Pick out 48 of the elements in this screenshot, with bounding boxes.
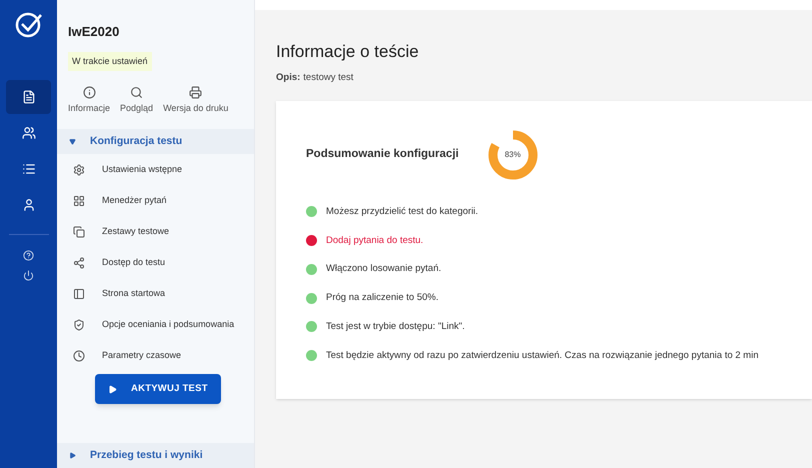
copy-icon [73, 226, 85, 238]
page-title: Informacje o teście [276, 41, 420, 63]
status-text: Możesz przydzielić test do kategorii. [326, 204, 478, 219]
test-title: IwE2020 [68, 23, 120, 41]
share-icon [73, 256, 85, 268]
description-text: testowy test [303, 70, 354, 84]
toolbar-button[interactable]: Informacje [68, 86, 110, 115]
section-header[interactable]: Przebieg testu i wyniki [57, 443, 254, 468]
menu-item[interactable]: Zestawy testowe [57, 216, 254, 247]
status-text: Test będzie aktywny od razu po zatwierdzeniu ustawień. Czas na rozwiązanie jednego pytania to 2 min [326, 348, 758, 362]
nav-item[interactable] [6, 80, 51, 114]
status-text: Próg na zaliczenie to 50%. [326, 291, 438, 305]
list-icon [22, 162, 36, 176]
grid-icon [73, 194, 85, 206]
caret-icon [69, 138, 76, 145]
clock-icon [73, 350, 85, 362]
menu-item[interactable]: Menedżer pytań [57, 185, 254, 216]
status-badge: W trakcie ustawień [68, 52, 152, 71]
info-icon [82, 86, 96, 98]
description-label: Opis: [276, 70, 300, 84]
help-icon [23, 250, 34, 260]
settings-icon [73, 164, 85, 176]
section-header[interactable]: Konfiguracja testu [57, 129, 254, 154]
logo-icon [14, 10, 44, 40]
caret-icon [69, 452, 76, 459]
menu-item[interactable]: Ustawienia wstępne [57, 154, 254, 185]
people-icon [22, 126, 36, 140]
toolbar-button[interactable]: Wersja do druku [163, 86, 228, 115]
status-text: Włączono losowanie pytań. [326, 262, 442, 276]
power-icon [23, 270, 34, 280]
printer-icon [189, 86, 202, 98]
status-text: Dodaj pytania do testu. [326, 234, 424, 248]
summary-title: Podsumowanie konfiguracji [306, 147, 459, 162]
status-text: Test jest w trybie dostępu: "Link". [326, 320, 465, 334]
page-icon [73, 288, 85, 300]
user-icon [22, 198, 36, 212]
menu-item[interactable]: Parametry czasowe [57, 340, 254, 371]
menu-item[interactable]: Dostęp do testu [57, 247, 254, 278]
progress-ring [486, 128, 539, 181]
progress-percent: 83% [504, 150, 521, 159]
document-icon [22, 90, 36, 104]
toolbar-button[interactable]: Podgląd [120, 86, 154, 115]
activate-button[interactable]: AKTYWUJ TEST [95, 374, 221, 404]
play-icon [108, 384, 117, 394]
menu-item[interactable]: Opcje oceniania i podsumowania [57, 309, 254, 340]
search-icon [130, 86, 144, 98]
menu-item[interactable]: Strona startowa [57, 278, 254, 309]
shield-check-icon [73, 318, 85, 330]
